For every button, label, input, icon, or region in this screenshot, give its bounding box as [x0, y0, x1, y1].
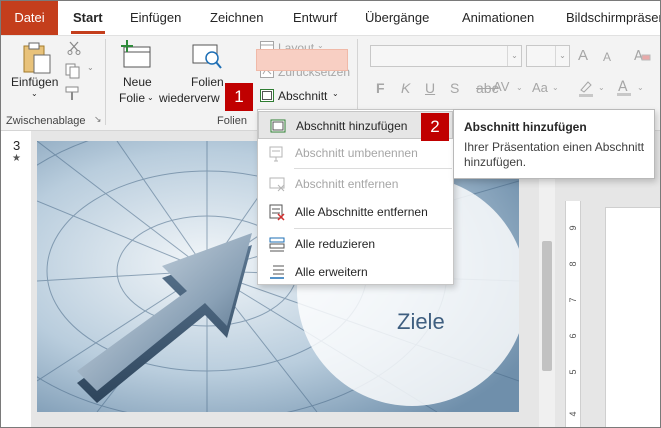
change-case-button[interactable]: Aa: [532, 80, 548, 95]
font-color-dropdown-arrow[interactable]: ⌄: [637, 83, 644, 92]
ruler-mark: 8: [568, 261, 578, 267]
menu-item-label: Alle Abschnitte entfernen: [295, 205, 428, 219]
ruler-mark: 4: [568, 411, 578, 417]
svg-text:A: A: [618, 79, 628, 95]
copy-dropdown-arrow[interactable]: ⌄: [87, 63, 94, 72]
character-spacing-button[interactable]: AV: [493, 79, 509, 94]
remove-section-icon: [269, 177, 285, 192]
ruler-mark: 7: [568, 297, 578, 303]
bold-button[interactable]: F: [376, 80, 385, 96]
clipboard-group-label: Zwischenablage: [6, 115, 86, 127]
character-spacing-dropdown-arrow[interactable]: ⌄: [516, 83, 523, 92]
callout-badge-2: 2: [421, 113, 449, 141]
shrink-font-icon[interactable]: A: [603, 50, 611, 64]
ribbon-tab-bar: Datei Start Einfügen Zeichnen Entwurf Üb…: [1, 1, 660, 35]
paste-icon[interactable]: [22, 41, 52, 75]
font-size-combo[interactable]: ⌄: [526, 45, 570, 67]
clipboard-dialog-launcher-icon[interactable]: ↘: [94, 114, 102, 125]
menu-item-expand-all[interactable]: Alle erweitern: [258, 258, 453, 286]
section-icon: [260, 89, 274, 102]
tooltip: Abschnitt hinzufügen Ihrer Präsentation …: [453, 109, 655, 179]
reuse-slides-label-line1[interactable]: Folien: [191, 75, 224, 89]
slide-number: 3: [13, 138, 21, 153]
section-button[interactable]: [256, 49, 348, 71]
tab-insert[interactable]: Einfügen: [130, 1, 181, 35]
menu-item-remove-section[interactable]: Abschnitt entfernen: [258, 170, 453, 198]
powerpoint-window: Datei Start Einfügen Zeichnen Entwurf Üb…: [0, 0, 661, 428]
cut-icon[interactable]: [67, 41, 81, 55]
rename-section-icon: [269, 146, 283, 162]
copy-icon[interactable]: [65, 63, 83, 79]
callout-badge-1: 1: [225, 83, 253, 111]
menu-item-collapse-all[interactable]: Alle reduzieren: [258, 230, 453, 258]
grow-font-icon[interactable]: A: [578, 47, 588, 64]
menu-separator: [294, 168, 452, 169]
new-slide-label-line2[interactable]: Folie: [119, 91, 145, 105]
font-color-icon[interactable]: A: [615, 78, 633, 97]
shadow-button[interactable]: S: [450, 80, 459, 96]
font-family-dropdown-arrow[interactable]: ⌄: [507, 46, 521, 66]
remove-all-sections-icon: [269, 204, 285, 221]
slide-transition-star-icon: ★: [12, 153, 21, 164]
clear-formatting-icon[interactable]: A: [633, 47, 651, 63]
slide-title-text[interactable]: Ziele: [397, 309, 445, 335]
format-painter-icon[interactable]: [65, 85, 83, 101]
menu-item-label: Abschnitt hinzufügen: [296, 119, 408, 133]
font-size-dropdown-arrow[interactable]: ⌄: [555, 46, 569, 66]
vertical-ruler: [565, 201, 581, 427]
add-section-icon: [270, 119, 286, 133]
ruler-mark: 5: [568, 369, 578, 375]
right-page-preview: [605, 207, 660, 427]
underline-button[interactable]: U: [425, 80, 435, 96]
slides-group-label: Folien: [217, 115, 247, 127]
tab-animations[interactable]: Animationen: [462, 1, 534, 35]
menu-item-label: Alle erweitern: [295, 265, 368, 279]
menu-item-remove-all-sections[interactable]: Alle Abschnitte entfernen: [258, 198, 453, 226]
new-slide-icon[interactable]: [120, 40, 152, 70]
new-slide-label-line1[interactable]: Neue: [123, 75, 152, 89]
new-slide-dropdown-arrow[interactable]: ⌄: [147, 93, 154, 102]
tab-transitions[interactable]: Übergänge: [365, 1, 429, 35]
ruler-mark: 6: [568, 333, 578, 339]
section-label[interactable]: Abschnitt: [278, 89, 327, 103]
reuse-slides-icon[interactable]: [192, 41, 224, 71]
tab-design[interactable]: Entwurf: [293, 1, 337, 35]
reuse-slides-label-line2[interactable]: wiederverw: [159, 91, 220, 105]
ruler-mark: 9: [568, 225, 578, 231]
tooltip-title: Abschnitt hinzufügen: [464, 120, 587, 134]
paste-label[interactable]: Einfügen: [11, 75, 58, 89]
tooltip-body: Ihrer Präsentation einen Abschnitt hinzu…: [464, 140, 645, 169]
tab-start[interactable]: Start: [73, 1, 103, 35]
highlight-icon[interactable]: [577, 79, 595, 97]
paste-dropdown-arrow[interactable]: ⌄: [31, 89, 38, 98]
menu-item-rename-section[interactable]: Abschnitt umbenennen: [258, 139, 453, 167]
tab-slideshow[interactable]: Bildschirmpräsen: [566, 1, 660, 35]
section-dropdown-arrow[interactable]: ⌄: [332, 89, 339, 98]
tab-draw[interactable]: Zeichnen: [210, 1, 263, 35]
menu-separator: [294, 228, 452, 229]
change-case-dropdown-arrow[interactable]: ⌄: [552, 83, 559, 92]
highlight-dropdown-arrow[interactable]: ⌄: [598, 83, 605, 92]
font-family-combo[interactable]: ⌄: [370, 45, 522, 67]
menu-item-label: Abschnitt entfernen: [295, 177, 399, 191]
italic-button[interactable]: K: [401, 80, 410, 96]
tab-file[interactable]: Datei: [1, 1, 58, 35]
menu-item-label: Abschnitt umbenennen: [295, 146, 418, 160]
expand-all-icon: [270, 265, 284, 279]
active-tab-indicator: [71, 31, 105, 34]
thumbnail-pane[interactable]: [1, 131, 31, 427]
collapse-all-icon: [269, 237, 285, 252]
group-separator: [105, 39, 106, 125]
menu-item-label: Alle reduzieren: [295, 237, 376, 251]
scrollbar-thumb[interactable]: [542, 241, 552, 371]
